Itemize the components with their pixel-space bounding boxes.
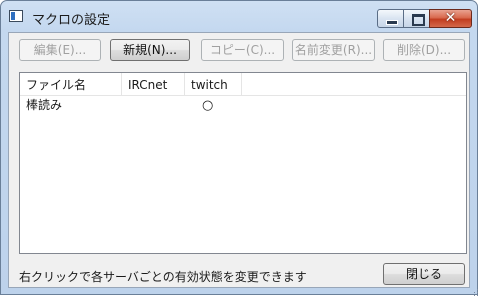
list-item[interactable]: 棒読み ○ bbox=[20, 97, 466, 114]
minimize-button[interactable] bbox=[377, 9, 404, 28]
column-header-filename[interactable]: ファイル名 bbox=[20, 73, 122, 95]
column-header-twitch[interactable]: twitch bbox=[185, 73, 242, 95]
close-window-button[interactable]: ✕ bbox=[429, 9, 472, 28]
edit-button[interactable]: 編集(E)... bbox=[19, 39, 101, 61]
list-header: ファイル名 IRCnet twitch bbox=[20, 73, 466, 96]
resize-grip-icon[interactable] bbox=[473, 288, 479, 296]
column-header-ircnet[interactable]: IRCnet bbox=[122, 73, 185, 95]
delete-button[interactable]: 削除(D)... bbox=[383, 39, 465, 61]
dialog-body: 編集(E)... 新規(N)... コピー(C)... 名前変更(R)... 削… bbox=[8, 32, 470, 288]
window-icon bbox=[9, 10, 23, 22]
close-icon: ✕ bbox=[444, 10, 457, 26]
maximize-button[interactable] bbox=[403, 9, 430, 28]
title-bar[interactable]: マクロの設定 ✕ bbox=[1, 1, 477, 33]
minimize-icon bbox=[386, 20, 398, 25]
list-item-ircnet-state[interactable] bbox=[122, 97, 185, 114]
list-item-name: 棒読み bbox=[26, 98, 63, 112]
hint-text: 右クリックで各サーバごとの有効状態を変更できます bbox=[19, 270, 307, 284]
copy-button[interactable]: コピー(C)... bbox=[201, 39, 284, 61]
window-title: マクロの設定 bbox=[32, 13, 111, 28]
list-item-twitch-state[interactable]: ○ bbox=[196, 97, 236, 114]
rename-button[interactable]: 名前変更(R)... bbox=[292, 39, 375, 61]
close-button[interactable]: 閉じる bbox=[383, 263, 465, 285]
macro-settings-window: マクロの設定 ✕ 編集(E)... 新規(N)... コピー(C)... 名前変… bbox=[0, 0, 479, 296]
maximize-icon bbox=[412, 14, 425, 26]
macro-list[interactable]: ファイル名 IRCnet twitch 棒読み ○ bbox=[19, 72, 467, 254]
new-button[interactable]: 新規(N)... bbox=[110, 39, 190, 61]
